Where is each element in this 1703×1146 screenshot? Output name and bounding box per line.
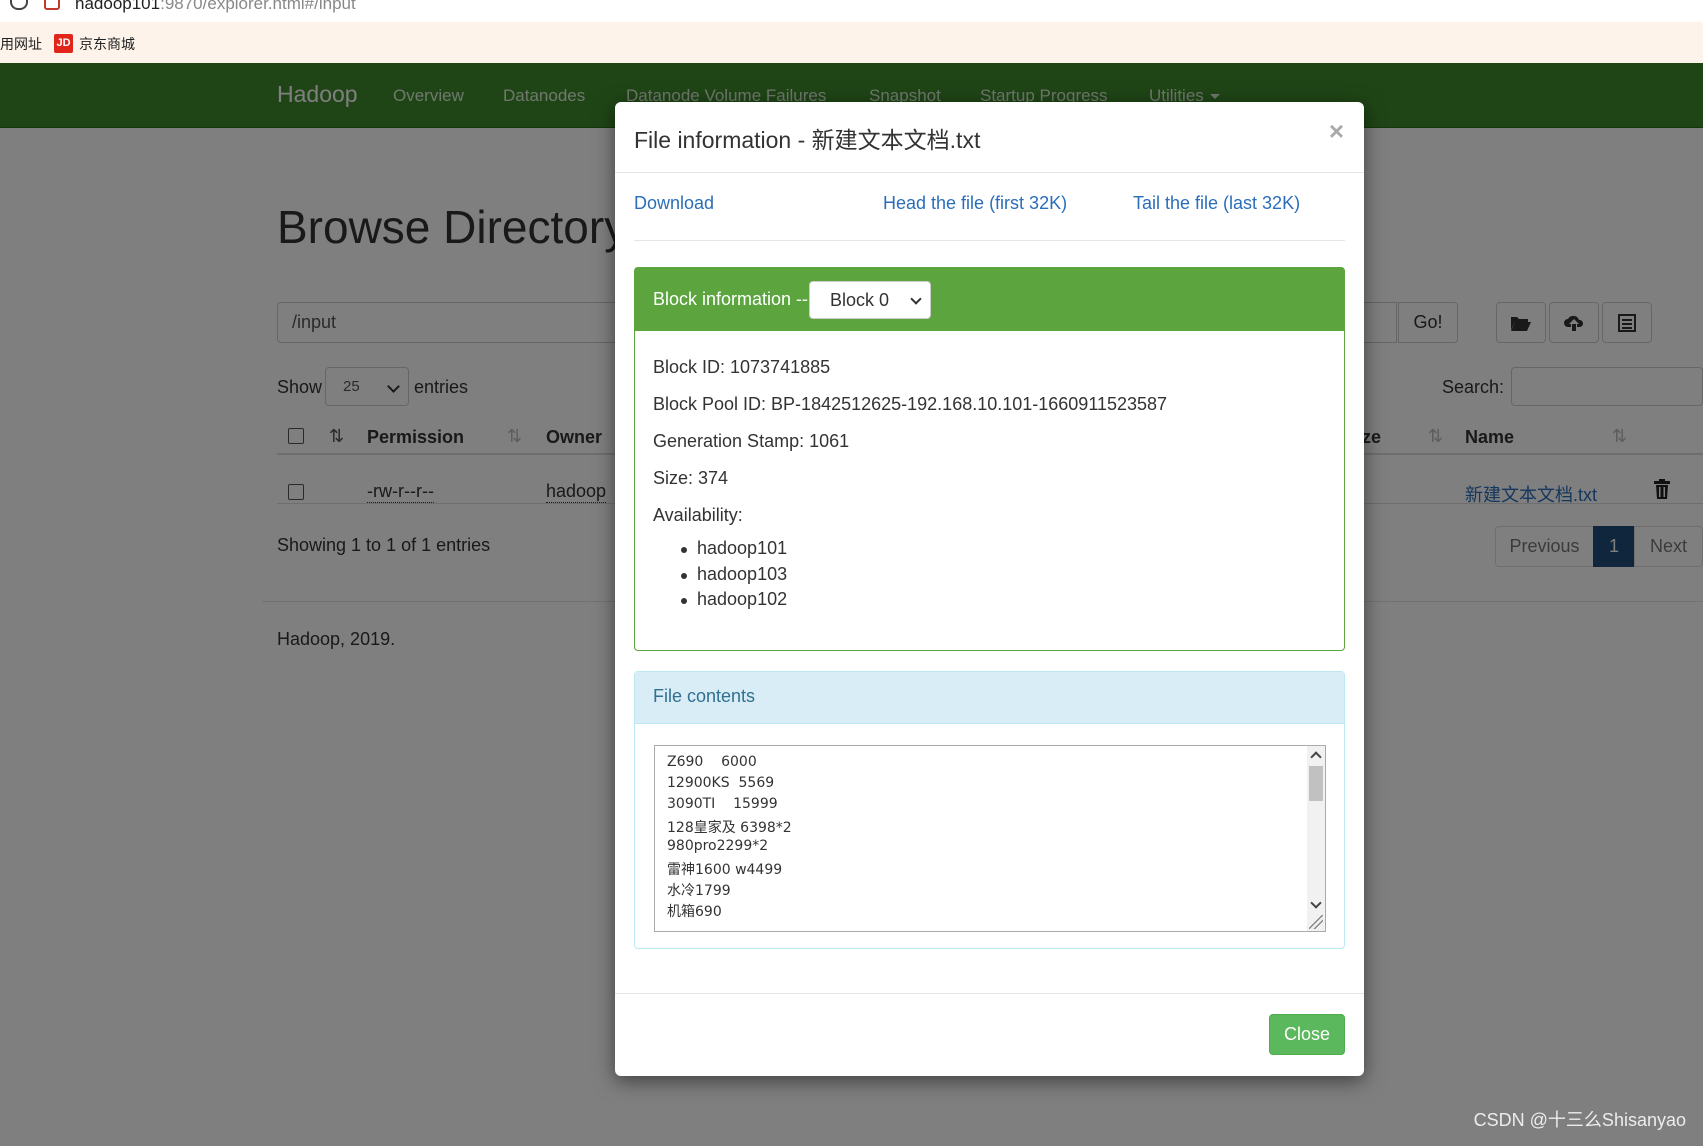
address-bar[interactable]: hadoop101:9870/explorer.html#/input — [0, 0, 1703, 22]
content-line: 980pro2299*2 — [667, 838, 769, 854]
links-divider — [634, 240, 1345, 241]
availability-list: hadoop101 hadoop103 hadoop102 — [681, 538, 787, 615]
jd-logo-icon: JD — [54, 34, 73, 53]
block-select[interactable]: Block 0 — [809, 281, 931, 319]
block-information-panel: Block information -- Block 0 Block ID: 1… — [634, 267, 1345, 651]
scroll-down-icon[interactable] — [1310, 897, 1322, 909]
content-line: 3090TI 15999 — [667, 796, 778, 812]
file-information-modal: File information - 新建文本文档.txt × Download… — [615, 102, 1364, 1076]
tail-file-link[interactable]: Tail the file (last 32K) — [1133, 193, 1300, 214]
download-link[interactable]: Download — [634, 193, 714, 214]
url-text[interactable]: hadoop101:9870/explorer.html#/input — [75, 0, 356, 14]
insecure-lock-icon[interactable] — [44, 0, 60, 10]
list-item: hadoop102 — [681, 589, 787, 615]
list-item: hadoop103 — [681, 564, 787, 590]
block-panel-header: Block information -- Block 0 — [635, 268, 1344, 331]
content-line: 128皇家及 6398*2 — [667, 820, 792, 836]
head-file-link[interactable]: Head the file (first 32K) — [883, 193, 1067, 214]
scroll-up-icon[interactable] — [1310, 751, 1322, 763]
content-line: 12900KS 5569 — [667, 775, 775, 791]
content-line: Z690 6000 — [667, 754, 757, 770]
content-line: 机箱690 — [667, 904, 722, 920]
availability-label: Availability: — [653, 505, 743, 525]
watermark: CSDN @十三么Shisanyao — [1473, 1110, 1686, 1130]
vertical-scrollbar[interactable] — [1307, 746, 1325, 931]
scrollbar-thumb[interactable] — [1309, 766, 1323, 801]
shield-icon[interactable] — [10, 0, 28, 10]
file-contents-panel: File contents Z690 6000 12900KS 5569 309… — [634, 671, 1345, 949]
list-item: hadoop101 — [681, 538, 787, 564]
chevron-down-icon — [910, 293, 922, 305]
bookmark-jd[interactable]: 京东商城 — [79, 34, 135, 54]
block-id: Block ID: 1073741885 — [653, 357, 831, 377]
bookmark-website[interactable]: 用网址 — [0, 34, 42, 54]
close-icon[interactable]: × — [1329, 116, 1344, 147]
close-button[interactable]: Close — [1269, 1014, 1345, 1055]
file-contents-textarea[interactable]: Z690 6000 12900KS 5569 3090TI 15999 128皇… — [654, 745, 1326, 932]
modal-footer-divider — [615, 993, 1364, 994]
modal-title: File information - 新建文本文档.txt — [634, 127, 981, 153]
bookmarks-bar: 用网址 JD 京东商城 — [0, 22, 1703, 64]
content-line: 雷神1600 w4499 — [667, 862, 783, 878]
block-size: Size: 374 — [653, 468, 729, 488]
content-line: 水冷1799 — [667, 883, 731, 899]
generation-stamp: Generation Stamp: 1061 — [653, 431, 850, 451]
modal-header: File information - 新建文本文档.txt × — [615, 102, 1364, 173]
resize-grip-icon[interactable] — [1309, 915, 1323, 929]
file-contents-title: File contents — [653, 686, 756, 706]
block-information-label: Block information -- — [653, 289, 809, 309]
block-pool-id: Block Pool ID: BP-1842512625-192.168.10.… — [653, 394, 1168, 414]
file-contents-header: File contents — [635, 672, 1344, 724]
block-select-value: Block 0 — [830, 290, 890, 310]
